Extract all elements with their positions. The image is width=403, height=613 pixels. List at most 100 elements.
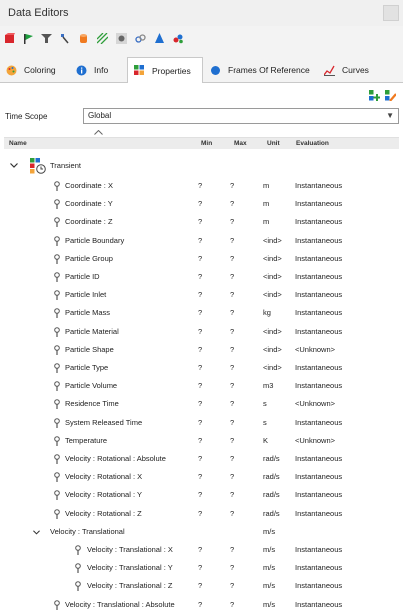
- sort-up-icon[interactable]: [94, 130, 103, 135]
- property-pin-icon: [54, 381, 60, 392]
- tab-curves[interactable]: Curves: [318, 57, 398, 83]
- property-min: ?: [198, 581, 203, 591]
- tab-coloring[interactable]: Coloring: [0, 57, 69, 83]
- table-row[interactable]: Particle Mass?? kg Instantaneous: [4, 305, 399, 321]
- property-unit: s: [263, 417, 267, 427]
- property-max: ?: [230, 235, 235, 245]
- table-row[interactable]: Velocity : Translational : X?? m/s Instant…: [4, 542, 399, 558]
- property-max: ?: [230, 490, 235, 500]
- table-row[interactable]: Coordinate : Z?? m Instantaneous: [4, 214, 399, 230]
- property-evaluation: Instantaneous: [295, 181, 343, 190]
- table-row[interactable]: Particle Group?? <ind> Instantaneous: [4, 251, 399, 267]
- property-min: ?: [198, 508, 203, 518]
- green-flag-icon[interactable]: [23, 33, 34, 44]
- tab-frames-of-reference[interactable]: Frames Of Reference: [204, 57, 317, 83]
- property-min: ?: [198, 399, 203, 409]
- col-max[interactable]: Max: [234, 140, 247, 147]
- property-evaluation: Instantaneous: [295, 217, 343, 227]
- property-evaluation: Instantaneous: [295, 599, 343, 609]
- probe-icon[interactable]: [59, 33, 70, 44]
- chevron-down-icon[interactable]: [33, 530, 40, 535]
- table-row[interactable]: Residence Time?? s <Unknown>: [4, 396, 399, 412]
- property-max: ?: [230, 290, 235, 300]
- palette-icon: [6, 65, 17, 75]
- table-row[interactable]: Particle Type?? <ind> Instantaneous: [4, 360, 399, 376]
- time-scope-label: Time Scope: [5, 112, 48, 121]
- property-min: ?: [198, 454, 203, 463]
- point-icon[interactable]: [116, 33, 127, 44]
- cylinder-icon[interactable]: [78, 33, 89, 44]
- property-unit: s: [263, 399, 267, 409]
- table-row[interactable]: Velocity : Translational : Absolute?? m/s…: [4, 597, 399, 613]
- table-row[interactable]: Velocity : Rotational : X?? rad/s Instanta…: [4, 469, 399, 485]
- link-icon[interactable]: [135, 33, 146, 44]
- table-row[interactable]: Particle ID?? <ind> Instantaneous: [4, 269, 399, 285]
- property-pin-icon: [54, 199, 60, 210]
- red-cube-icon[interactable]: [4, 33, 15, 44]
- col-name[interactable]: Name: [9, 140, 27, 147]
- table-row[interactable]: Coordinate : X?? m Instantaneous: [4, 178, 399, 194]
- group-row[interactable]: Velocity : Translational m/s: [4, 524, 399, 540]
- property-pin-icon: [54, 363, 60, 373]
- property-min: ?: [198, 363, 203, 372]
- curves-icon: [324, 65, 335, 76]
- chevron-down-icon: ▼: [386, 111, 394, 120]
- info-icon: [76, 65, 87, 75]
- tab-info[interactable]: Info: [70, 57, 127, 83]
- property-pin-icon: [54, 253, 60, 264]
- col-min[interactable]: Min: [201, 140, 212, 147]
- table-row[interactable]: Temperature?? K <Unknown>: [4, 433, 399, 449]
- property-pin-icon: [54, 344, 60, 355]
- property-unit: <ind>: [263, 272, 282, 281]
- table-row[interactable]: Velocity : Rotational : Y?? rad/s Instanta…: [4, 487, 399, 503]
- property-max: ?: [230, 272, 235, 281]
- blue-dot-icon: [211, 65, 220, 75]
- table-row[interactable]: Particle Boundary?? <ind> Instantaneous: [4, 233, 399, 249]
- property-unit: m/s: [263, 526, 276, 536]
- property-name: Particle ID: [65, 272, 100, 281]
- property-unit: K: [263, 435, 269, 445]
- cone-icon[interactable]: [154, 33, 165, 44]
- property-evaluation: Instantaneous: [295, 290, 343, 300]
- property-unit: m/s: [263, 599, 276, 609]
- group-row-transient[interactable]: Transient: [4, 156, 399, 176]
- property-unit: rad/s: [263, 490, 280, 500]
- filter-icon[interactable]: [41, 33, 52, 44]
- property-min: ?: [198, 417, 203, 427]
- add-property-icon[interactable]: [369, 90, 380, 101]
- table-row[interactable]: Velocity : Rotational : Z?? rad/s Instanta…: [4, 506, 399, 522]
- property-max: ?: [230, 599, 235, 609]
- property-unit: <ind>: [263, 326, 282, 336]
- property-max: ?: [230, 454, 235, 463]
- tab-info-label: Info: [94, 65, 109, 75]
- edit-properties-icon[interactable]: [385, 90, 396, 101]
- property-min: ?: [198, 545, 203, 554]
- property-pin-icon: [54, 490, 60, 501]
- property-pin-icon: [54, 308, 60, 319]
- property-name: Velocity : Translational : Z: [87, 581, 173, 591]
- time-scope-select[interactable]: Global ▼: [83, 108, 399, 124]
- property-max: ?: [230, 508, 235, 518]
- table-row[interactable]: Particle Shape?? <ind> <Unknown>: [4, 342, 399, 358]
- property-min: ?: [198, 217, 203, 227]
- table-row[interactable]: Velocity : Translational : Y?? m/s Instant…: [4, 560, 399, 576]
- property-max: ?: [230, 381, 235, 391]
- property-name: System Released Time: [65, 417, 143, 427]
- col-unit[interactable]: Unit: [267, 140, 280, 147]
- table-row[interactable]: Particle Volume?? m3 Instantaneous: [4, 378, 399, 394]
- multi-dot-icon[interactable]: [173, 33, 184, 44]
- table-row[interactable]: Coordinate : Y?? m Instantaneous: [4, 196, 399, 212]
- tab-properties[interactable]: Properties: [127, 57, 203, 84]
- table-row[interactable]: Particle Inlet?? <ind> Instantaneous: [4, 287, 399, 303]
- chevron-down-icon[interactable]: [10, 163, 18, 168]
- property-pin-icon: [54, 454, 60, 464]
- table-row[interactable]: Velocity : Translational : Z?? m/s Instant…: [4, 578, 399, 594]
- col-evaluation[interactable]: Evaluation: [296, 140, 329, 147]
- table-row[interactable]: Particle Material?? <ind> Instantaneous: [4, 324, 399, 340]
- table-row[interactable]: Velocity : Rotational : Absolute?? rad/s I…: [4, 451, 399, 467]
- hatch-icon[interactable]: [97, 33, 108, 44]
- window-menu-button[interactable]: [383, 5, 399, 21]
- table-row[interactable]: System Released Time?? s Instantaneous: [4, 415, 399, 431]
- property-min: ?: [198, 563, 203, 573]
- tab-coloring-label: Coloring: [24, 65, 56, 75]
